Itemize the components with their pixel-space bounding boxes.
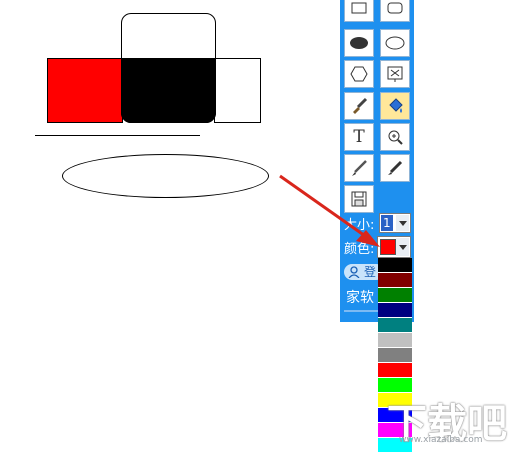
user-icon [348,266,360,278]
color-option[interactable] [378,318,412,332]
filled-ellipse-tool-button[interactable] [344,29,374,57]
color-option[interactable] [378,273,412,287]
outline-ellipse [62,154,269,198]
hexagon-tool-button[interactable] [344,60,374,88]
rectangle-tool-button[interactable] [344,0,374,22]
color-option[interactable] [378,303,412,317]
red-filled-rectangle [47,58,123,123]
ellipse-tool-button[interactable] [380,29,410,57]
rectangle-icon [351,2,367,14]
footer-text: 家软 [346,290,374,306]
annotation-arrow [279,174,380,247]
chevron-down-icon [398,220,407,226]
user-login-text: 登 [364,265,377,279]
filled-ellipse-icon [350,37,368,49]
watermark-url: www.xiazaiba.com [399,435,483,445]
crop-icon [387,66,403,82]
color-option[interactable] [378,378,412,392]
color-dropdown-arrow[interactable] [396,238,409,256]
color-option[interactable] [378,363,412,377]
color-option[interactable] [378,288,412,302]
color-option[interactable] [378,333,412,347]
watermark-logo: 下载吧 www.xiazaiba.com [385,391,521,452]
zoom-tool-button[interactable] [380,123,410,151]
rounded-rectangle-icon [387,2,403,14]
color-option[interactable] [378,348,412,362]
black-rounded-rectangle [121,58,216,123]
zoom-icon [388,130,403,145]
outline-rectangle [214,58,261,123]
color-option[interactable] [378,258,412,272]
horizontal-line [35,135,200,136]
size-dropdown-arrow[interactable] [396,215,409,231]
text-tool-button[interactable]: T [344,123,374,151]
fill-bucket-tool-button[interactable] [380,92,410,120]
brush-icon [353,97,368,114]
fill-bucket-icon [389,98,403,113]
ellipse-icon [385,36,405,50]
crop-tool-button[interactable] [380,60,410,88]
rounded-rectangle-tool-button[interactable] [380,0,410,22]
text-icon: T [353,127,365,147]
chevron-down-icon [398,244,407,250]
brush-tool-button[interactable] [344,92,374,120]
hexagon-icon [350,66,368,82]
